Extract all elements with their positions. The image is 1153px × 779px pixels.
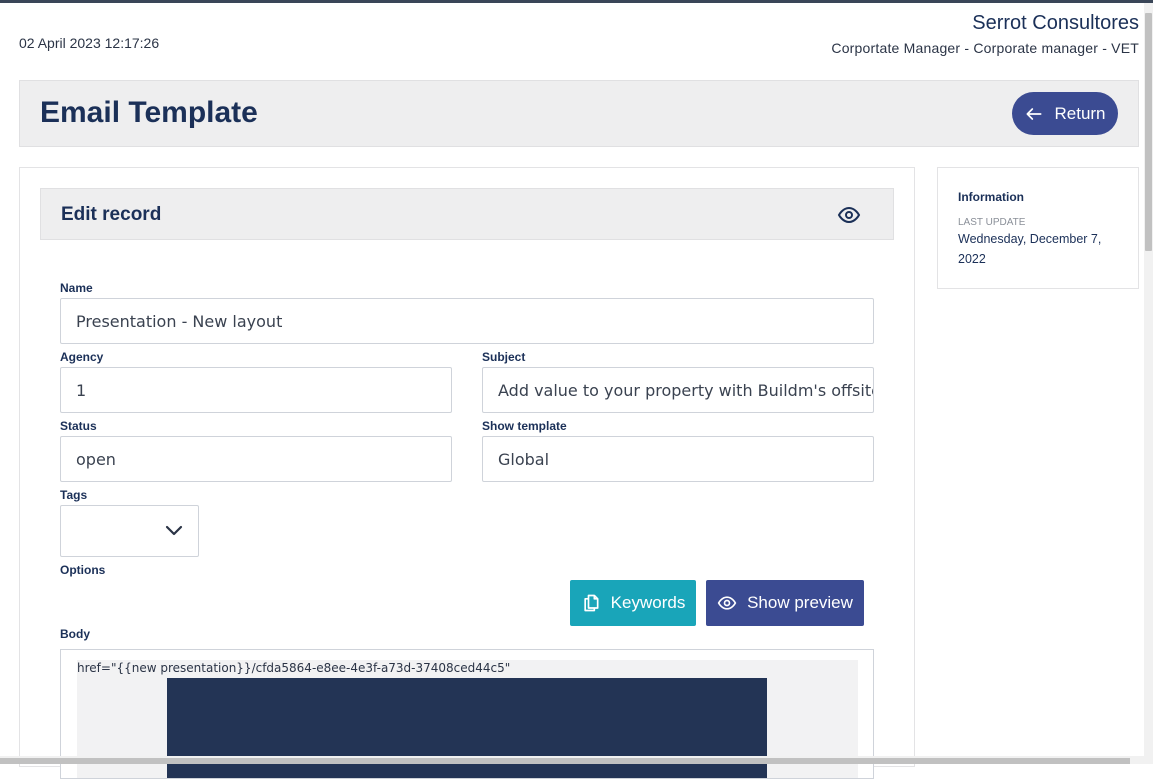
information-card: Information LAST UPDATE Wednesday, Decem…: [937, 167, 1139, 289]
page-title: Email Template: [40, 96, 258, 129]
return-button[interactable]: Return: [1012, 92, 1118, 135]
user-role: Corportate Manager - Corporate manager -…: [831, 40, 1139, 56]
information-title: Information: [958, 190, 1024, 204]
horizontal-scrollbar[interactable]: [0, 756, 1153, 764]
show-preview-button[interactable]: Show preview: [706, 580, 864, 626]
name-field[interactable]: Presentation - New layout: [60, 298, 874, 344]
vertical-scroll-thumb[interactable]: [1145, 13, 1152, 251]
name-label: Name: [60, 281, 93, 295]
subject-label: Subject: [482, 350, 526, 364]
show-template-label: Show template: [482, 419, 567, 433]
section-title: Edit record: [61, 204, 162, 225]
agency-label: Agency: [60, 350, 104, 364]
subject-field[interactable]: Add value to your property with Buildm's…: [482, 367, 874, 413]
show-template-field[interactable]: Global: [482, 436, 874, 482]
horizontal-scroll-thumb[interactable]: [0, 758, 1130, 764]
options-label: Options: [60, 563, 106, 577]
top-border: [0, 0, 1153, 3]
body-label: Body: [60, 627, 90, 641]
header-datetime: 02 April 2023 12:17:26: [19, 35, 160, 51]
eye-icon: [717, 596, 737, 610]
tags-select[interactable]: [60, 505, 199, 557]
status-label: Status: [60, 419, 97, 433]
body-code-text: href="{{new presentation}}/cfda5864-e8ee…: [77, 661, 511, 675]
keywords-button[interactable]: Keywords: [570, 580, 696, 626]
status-field[interactable]: open: [60, 436, 452, 482]
last-update-label: LAST UPDATE: [958, 217, 1026, 228]
eye-icon[interactable]: [837, 203, 861, 227]
vertical-scrollbar[interactable]: [1144, 3, 1153, 758]
arrow-left-icon: [1026, 107, 1042, 120]
agency-field[interactable]: 1: [60, 367, 452, 413]
edit-record-card: Edit record Name Presentation - New layo…: [19, 167, 915, 779]
page-title-bar: Email Template Return: [19, 80, 1139, 147]
copy-icon: [584, 594, 599, 612]
show-preview-label: Show preview: [747, 593, 853, 612]
tags-label: Tags: [60, 488, 88, 502]
keywords-label: Keywords: [610, 593, 686, 612]
company-name: Serrot Consultores: [972, 12, 1139, 34]
edit-record-header: Edit record: [40, 188, 894, 240]
chevron-down-icon: [165, 525, 183, 536]
last-update-value: Wednesday, December 7, 2022: [958, 232, 1102, 266]
return-label: Return: [1054, 103, 1106, 123]
